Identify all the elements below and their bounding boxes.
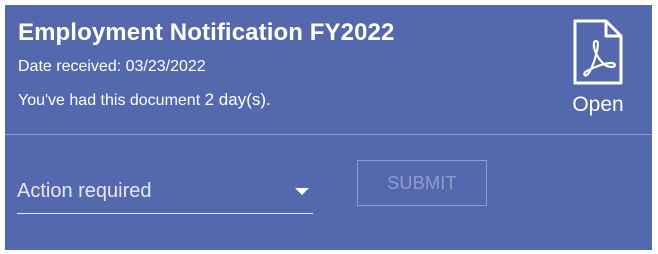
date-received: Date received: 03/23/2022 xyxy=(18,58,206,75)
document-card: Employment Notification FY2022 Date rece… xyxy=(5,5,652,250)
pdf-file-icon xyxy=(573,19,623,85)
caret-down-icon xyxy=(295,188,309,195)
action-required-select[interactable]: Action required xyxy=(17,170,313,214)
open-document-button[interactable]: Open xyxy=(565,19,631,123)
divider xyxy=(5,134,652,135)
document-title: Employment Notification FY2022 xyxy=(18,19,395,46)
document-age-days: 2 day(s). xyxy=(204,90,271,109)
action-required-label: Action required xyxy=(17,180,152,202)
document-age-prefix: You've had this document xyxy=(18,92,201,109)
open-label: Open xyxy=(572,93,624,116)
submit-button[interactable]: SUBMIT xyxy=(357,160,487,206)
document-age: You've had this document 2 day(s). xyxy=(18,90,271,110)
